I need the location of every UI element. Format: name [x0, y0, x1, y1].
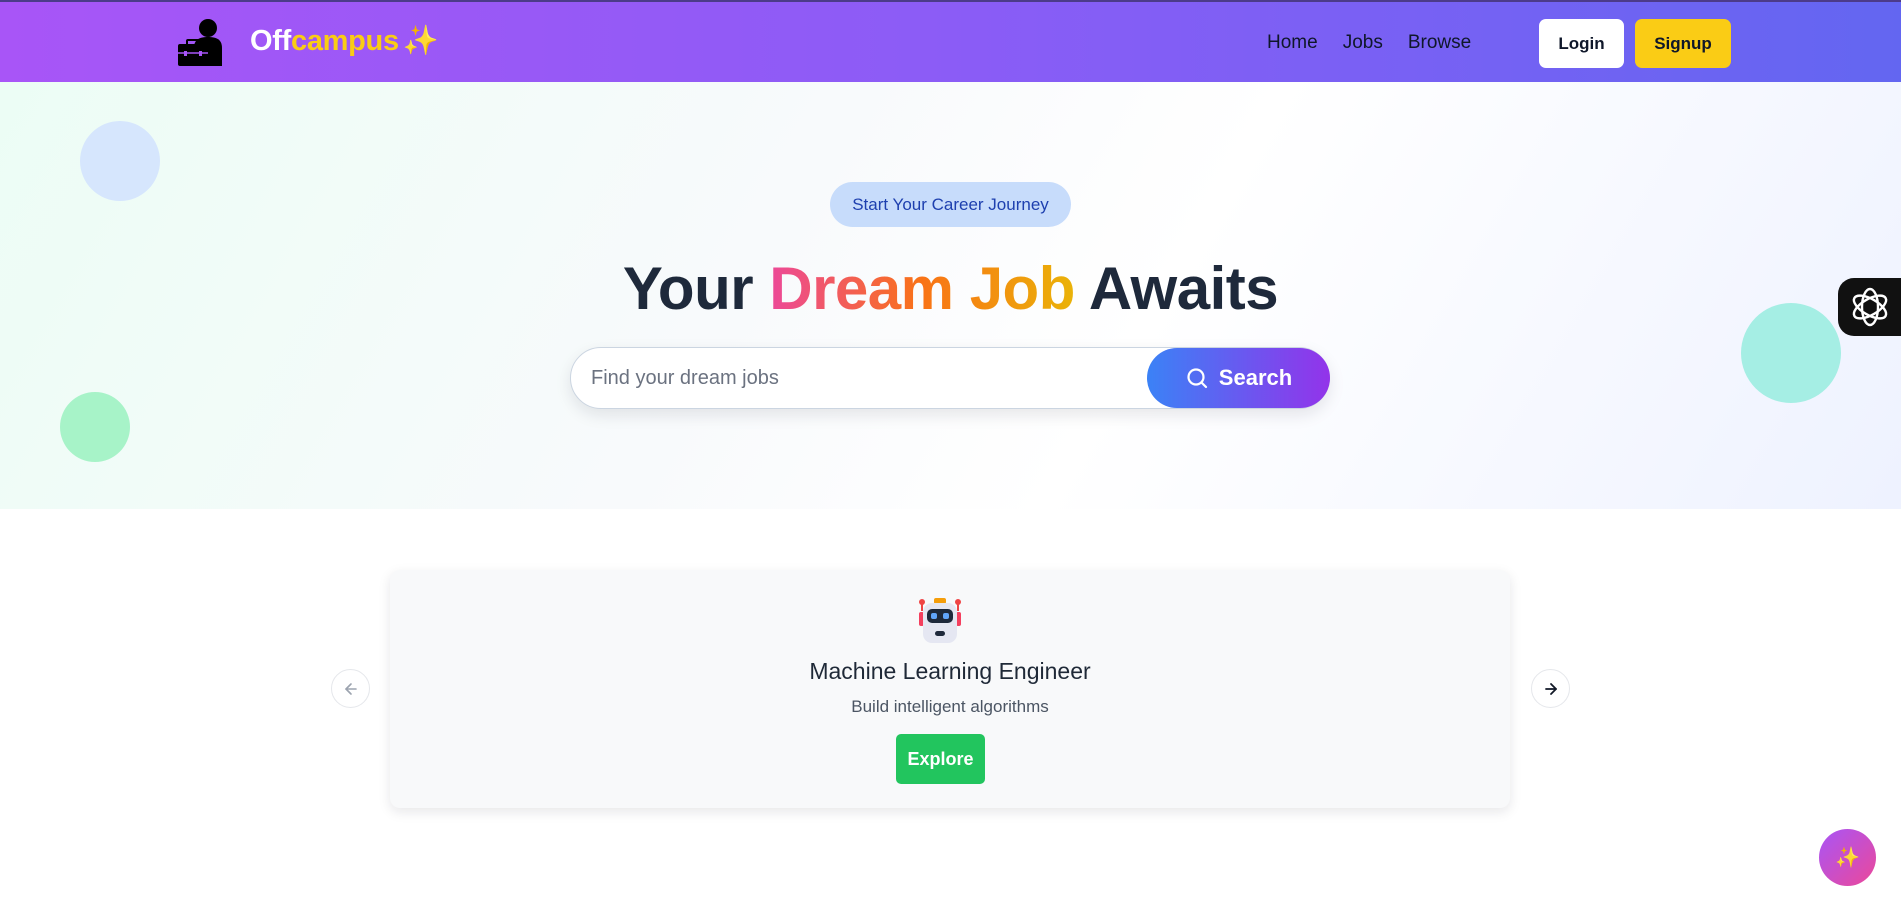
- side-assistant-widget[interactable]: [1838, 278, 1901, 336]
- headline-highlight: Dream Job: [769, 255, 1075, 322]
- headline-part1: Your: [622, 255, 754, 322]
- search-button-label: Search: [1218, 365, 1293, 390]
- job-search-input[interactable]: [591, 358, 1091, 398]
- carousel-next-button[interactable]: [1531, 669, 1570, 708]
- sparkles-icon: ✨: [402, 25, 439, 57]
- card-title: Machine Learning Engineer: [809, 658, 1091, 684]
- sparkles-icon: ✨: [1835, 847, 1860, 869]
- brand-part-off: Off: [250, 25, 291, 57]
- nav-link-home[interactable]: Home: [1267, 32, 1318, 54]
- explore-button[interactable]: Explore: [896, 734, 985, 784]
- decorative-circle-blue: [80, 121, 160, 201]
- arrow-right-icon: [1544, 682, 1557, 695]
- navbar: Offcampus ✨ Home Jobs Browse Login Signup: [0, 0, 1901, 82]
- search-icon: [1187, 368, 1207, 389]
- openai-logo-icon: [1852, 287, 1887, 327]
- hero-headline: Your Dream Job Awaits: [0, 254, 1901, 323]
- brand-part-campus: campus: [290, 25, 399, 57]
- nav-link-browse[interactable]: Browse: [1408, 32, 1471, 54]
- brand-name[interactable]: Offcampus ✨: [250, 24, 439, 58]
- career-journey-badge: Start Your Career Journey: [830, 182, 1071, 227]
- nav-link-jobs[interactable]: Jobs: [1343, 32, 1383, 54]
- signup-button[interactable]: Signup: [1635, 19, 1731, 68]
- arrow-left-icon: [344, 682, 357, 695]
- ai-assistant-fab[interactable]: ✨: [1819, 829, 1876, 886]
- main-nav: Home Jobs Browse: [1267, 32, 1471, 54]
- carousel-prev-button[interactable]: [331, 669, 370, 708]
- login-button[interactable]: Login: [1539, 19, 1624, 68]
- robot-icon: [916, 597, 964, 645]
- headline-part2: Awaits: [1088, 255, 1279, 322]
- briefcase-person-logo-icon[interactable]: [176, 18, 226, 66]
- search-button[interactable]: Search: [1147, 348, 1330, 408]
- decorative-circle-green: [60, 392, 130, 462]
- card-subtitle: Build intelligent algorithms: [851, 697, 1049, 716]
